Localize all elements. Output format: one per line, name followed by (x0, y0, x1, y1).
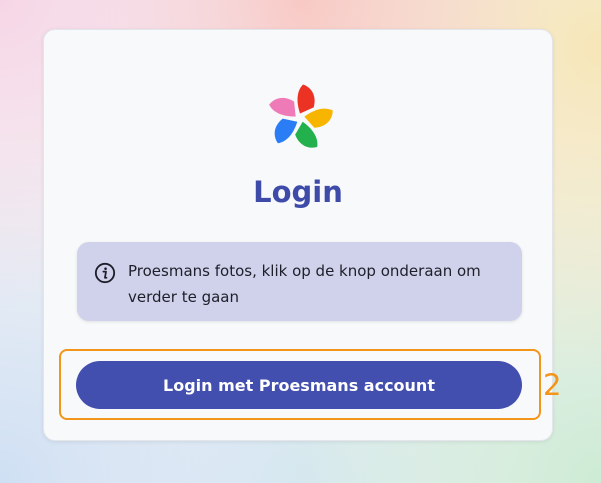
page-title: Login (253, 175, 343, 209)
info-message-box: Proesmans fotos, klik op de knop onderaa… (77, 242, 522, 321)
login-button[interactable]: Login met Proesmans account (76, 361, 522, 409)
info-circle-icon (94, 262, 116, 284)
info-message-text: Proesmans fotos, klik op de knop onderaa… (128, 262, 481, 306)
photos-pinwheel-icon (269, 84, 333, 148)
annotation-number: 2 (543, 368, 562, 402)
